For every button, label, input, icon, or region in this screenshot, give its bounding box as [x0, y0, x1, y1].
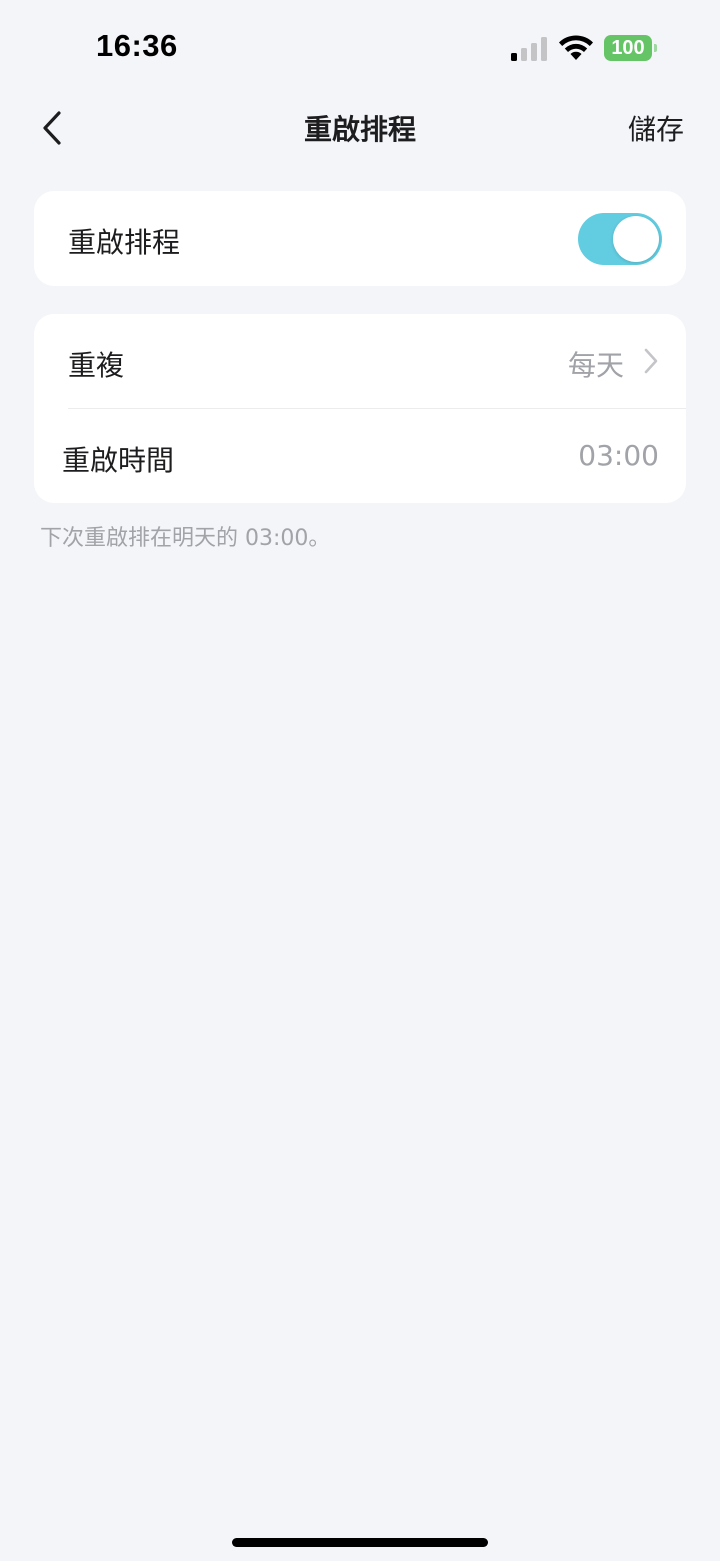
back-button[interactable] — [30, 104, 74, 152]
reboot-time-row[interactable]: 重啟時間 03:00 — [34, 409, 686, 503]
battery-level: 100 — [604, 35, 652, 61]
reboot-time-value: 03:00 — [578, 439, 659, 472]
status-bar: 16:36 100 — [0, 0, 720, 90]
next-reboot-note: 下次重啟排在明天的 03:00。 — [40, 526, 331, 551]
reboot-time-label: 重啟時間 — [62, 444, 175, 477]
repeat-row[interactable]: 重複 每天 — [34, 314, 686, 408]
status-time: 16:36 — [96, 28, 178, 63]
schedule-toggle-row: 重啟排程 — [34, 191, 686, 285]
schedule-settings-card: 重複 每天 重啟時間 03:00 — [34, 314, 686, 503]
toggle-knob — [613, 216, 659, 262]
battery-icon: 100 — [604, 35, 657, 61]
chevron-right-icon — [644, 348, 658, 374]
save-button[interactable]: 儲存 — [628, 108, 684, 148]
home-indicator — [232, 1538, 488, 1547]
schedule-toggle-switch[interactable] — [578, 213, 662, 265]
wifi-icon — [559, 35, 593, 60]
repeat-value: 每天 — [567, 349, 624, 382]
page-title: 重啟排程 — [303, 113, 416, 146]
chevron-left-icon — [43, 111, 61, 145]
repeat-label: 重複 — [68, 349, 125, 382]
schedule-toggle-card: 重啟排程 — [34, 191, 686, 286]
schedule-toggle-label: 重啟排程 — [68, 226, 181, 259]
signal-icon — [511, 37, 547, 61]
nav-bar: 重啟排程 儲存 — [0, 90, 720, 166]
battery-tip — [654, 44, 657, 52]
